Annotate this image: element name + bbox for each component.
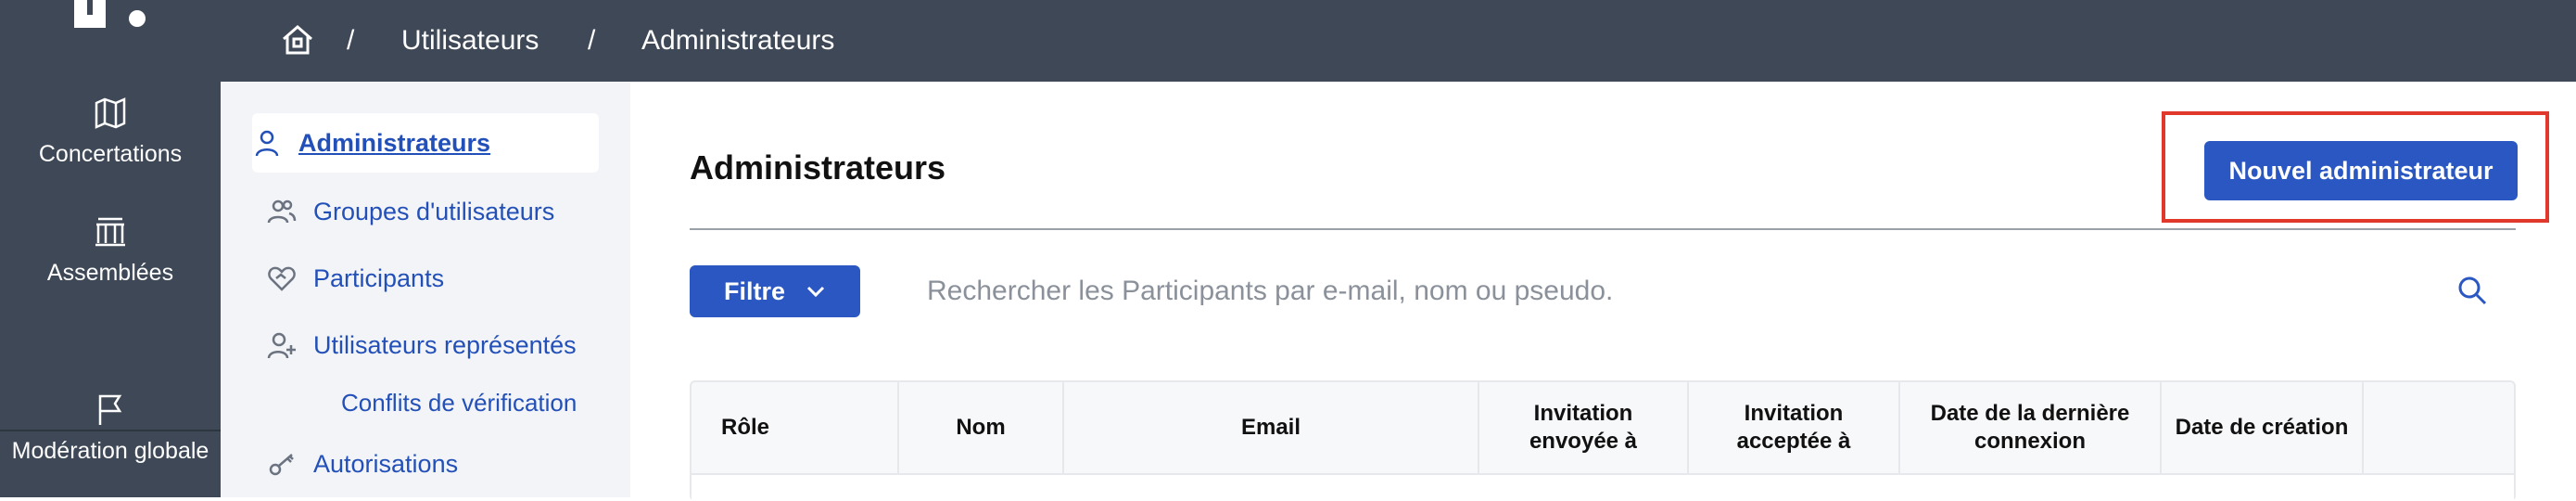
flag-icon [98, 394, 122, 425]
nav-item-concertations[interactable]: Concertations [0, 95, 221, 169]
nav-item-label: Concertations [38, 141, 183, 167]
filter-button-label: Filtre [723, 276, 785, 305]
filter-button[interactable]: Filtre [690, 265, 860, 317]
home-icon[interactable] [280, 22, 315, 58]
breadcrumb-administrateurs[interactable]: Administrateurs [641, 22, 834, 59]
column-header-nom[interactable]: Nom [899, 382, 1064, 473]
column-header-invitation-envoyee[interactable]: Invitation envoyée à [1479, 382, 1689, 473]
user-plus-icon [267, 332, 296, 359]
building-icon [95, 217, 125, 247]
users-icon [267, 199, 297, 224]
subnav-item-label: Administrateurs [298, 128, 491, 157]
key-icon [269, 454, 294, 476]
map-icon [95, 97, 126, 129]
administrators-table: Rôle Nom Email Invitation envoyée à Invi… [690, 380, 2516, 501]
subnav-item-groupes[interactable]: Groupes d'utilisateurs [267, 182, 554, 241]
main-navigation: Concertations Assemblées Modération glob… [0, 82, 221, 497]
subnav-item-conflits[interactable]: Conflits de vérification [341, 375, 577, 430]
heart-handshake-icon [268, 266, 296, 291]
search-input[interactable] [927, 265, 2429, 317]
new-administrator-button[interactable]: Nouvel administrateur [2204, 141, 2518, 200]
subnav-item-label: Groupes d'utilisateurs [313, 197, 555, 225]
breadcrumb-separator: / [347, 25, 355, 56]
nav-item-label: Modération globale [11, 438, 209, 464]
column-header-derniere-connexion[interactable]: Date de la dernière connexion [1900, 382, 2162, 473]
column-header-email[interactable]: Email [1064, 382, 1479, 473]
main-content: Administrateurs Nouvel administrateur Fi… [630, 82, 2576, 501]
user-icon [255, 130, 279, 157]
column-header-actions [2364, 382, 2514, 473]
nav-item-moderation-globale[interactable]: Modération globale [0, 392, 221, 466]
subnav-item-label: Conflits de vérification [341, 388, 577, 417]
breadcrumb-utilisateurs[interactable]: Utilisateurs [401, 22, 539, 59]
title-divider [690, 228, 2516, 230]
subnav-item-autorisations[interactable]: Autorisations [267, 434, 458, 494]
subnav-item-label: Utilisateurs représentés [313, 330, 577, 359]
nav-item-label: Assemblées [46, 260, 174, 286]
subnav-item-label: Participants [313, 263, 445, 292]
chevron-down-icon [806, 286, 825, 298]
breadcrumb-separator: / [588, 25, 596, 56]
column-header-role[interactable]: Rôle [692, 382, 899, 473]
subnav-item-participants[interactable]: Participants [267, 249, 444, 308]
column-header-invitation-acceptee[interactable]: Invitation acceptée à [1689, 382, 1900, 473]
page-title: Administrateurs [690, 148, 946, 186]
top-bar: / Utilisateurs / Administrateurs [0, 0, 2576, 82]
subnav-item-utilisateurs-representes[interactable]: Utilisateurs représentés [267, 315, 577, 375]
column-header-date-creation[interactable]: Date de création [2162, 382, 2364, 473]
subnav-item-label: Autorisations [313, 449, 459, 478]
search-icon[interactable] [2456, 275, 2488, 306]
logo-icon[interactable] [74, 0, 148, 28]
subnav-item-administrateurs[interactable]: Administrateurs [252, 113, 599, 173]
nav-item-assemblees[interactable]: Assemblées [0, 213, 221, 288]
